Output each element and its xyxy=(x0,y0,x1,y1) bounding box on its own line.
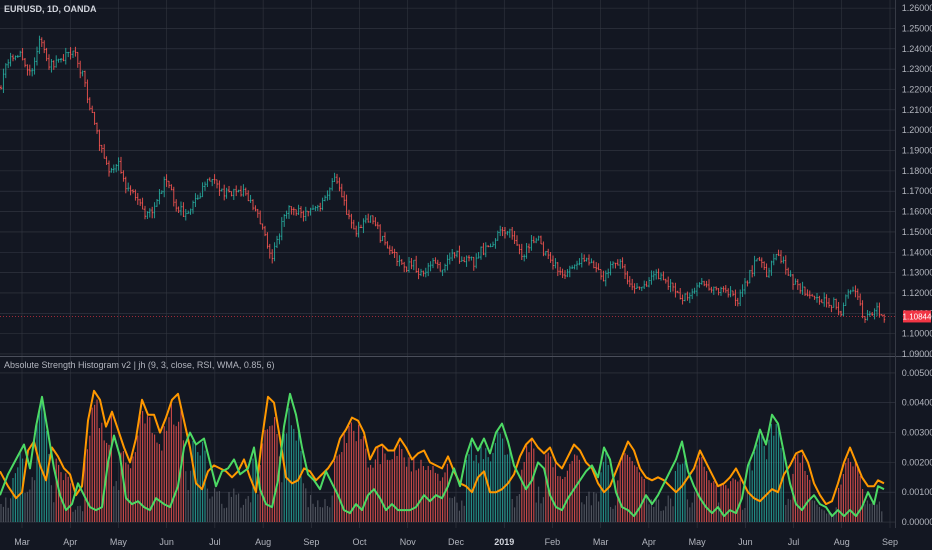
price-axis-tick: 1.19000 xyxy=(902,146,932,156)
indicator-axis-tick: 0.00200 xyxy=(902,457,932,467)
time-axis-tick: Aug xyxy=(834,537,850,547)
price-axis-tick: 1.12000 xyxy=(902,288,932,298)
price-axis-tick: 1.20000 xyxy=(902,125,932,135)
price-axis-tick: 1.13000 xyxy=(902,268,932,278)
time-axis-tick: Mar xyxy=(14,537,30,547)
last-price-tag: 1.10844 xyxy=(903,310,932,323)
time-axis-tick: Feb xyxy=(545,537,561,547)
chart-canvas[interactable]: 1.26000 1.25000 1.24000 1.23000 1.22000 1.210… xyxy=(0,0,932,550)
time-axis-tick: May xyxy=(110,537,128,547)
time-axis-tick: Aug xyxy=(255,537,271,547)
price-axis-tick: 1.15000 xyxy=(902,227,932,237)
time-axis-tick: Dec xyxy=(448,537,465,547)
price-axis-tick: 1.16000 xyxy=(902,207,932,217)
symbol-label[interactable]: EURUSD, 1D, OANDA xyxy=(4,4,97,14)
time-axis-tick: Oct xyxy=(353,537,368,547)
time-axis-tick: Mar xyxy=(593,537,609,547)
indicator-axis-tick: 0.00000 xyxy=(902,517,932,527)
indicator-axis-tick: 0.00400 xyxy=(902,398,932,408)
time-axis-tick: Jun xyxy=(159,537,174,547)
time-axis-tick: Sep xyxy=(882,537,898,547)
time-axis-tick: Apr xyxy=(642,537,656,547)
time-axis-tick: Jun xyxy=(738,537,753,547)
price-axis-tick: 1.21000 xyxy=(902,105,932,115)
indicator-label[interactable]: Absolute Strength Histogram v2 | jh (9, … xyxy=(4,360,274,370)
time-axis-tick: Apr xyxy=(63,537,77,547)
price-axis-tick: 1.14000 xyxy=(902,247,932,257)
time-axis-tick: Jul xyxy=(209,537,221,547)
indicator-axis-tick: 0.00500 xyxy=(902,368,932,378)
price-axis-tick: 1.23000 xyxy=(902,64,932,74)
time-axis-tick: Jul xyxy=(788,537,800,547)
price-axis-tick: 1.25000 xyxy=(902,23,932,33)
indicator-axis-tick: 0.00300 xyxy=(902,428,932,438)
indicator-axis-tick: 0.00100 xyxy=(902,487,932,497)
price-axis-tick: 1.22000 xyxy=(902,85,932,95)
price-axis-tick: 1.17000 xyxy=(902,186,932,196)
price-axis-tick: 1.09000 xyxy=(902,349,932,359)
price-axis-tick: 1.26000 xyxy=(902,3,932,13)
price-axis-tick: 1.18000 xyxy=(902,166,932,176)
time-axis-tick: May xyxy=(689,537,707,547)
price-axis-tick: 1.10000 xyxy=(902,329,932,339)
time-axis-tick: Sep xyxy=(303,537,319,547)
time-axis-tick: 2019 xyxy=(494,537,514,547)
last-price-value: 1.10844 xyxy=(903,312,932,321)
time-axis-tick: Nov xyxy=(400,537,417,547)
price-axis-tick: 1.24000 xyxy=(902,44,932,54)
